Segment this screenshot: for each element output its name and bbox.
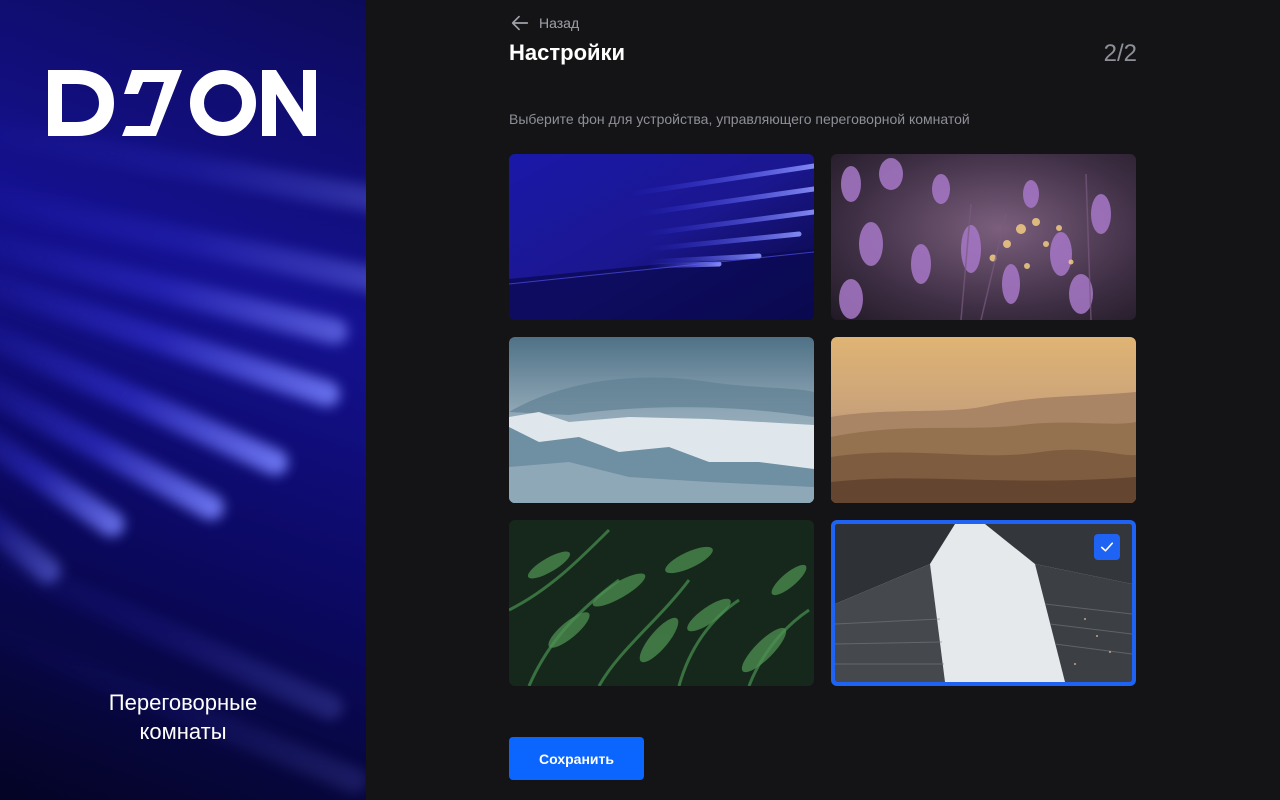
page-title: Настройки [509,40,626,65]
blue-abstract-thumbnail [509,154,814,320]
background-option-desert-dunes[interactable] [831,337,1136,503]
dion-logo [48,70,316,136]
back-label: Назад [539,15,580,31]
background-option-green-foliage[interactable] [509,520,814,686]
green-foliage-thumbnail [509,520,814,686]
misty-mountains-thumbnail [509,337,814,503]
checkmark-icon [1100,542,1114,552]
back-link[interactable]: Назад [509,12,579,34]
background-option-lavender[interactable] [831,154,1136,320]
save-button[interactable]: Сохранить [509,737,644,780]
brand-panel: Переговорные комнаты [0,0,366,800]
lavender-thumbnail [831,154,1136,320]
background-option-misty-mountains[interactable] [509,337,814,503]
arrow-left-icon [511,15,529,31]
subtitle: Выберите фон для устройства, управляющег… [509,111,970,127]
skyscrapers-thumbnail [835,524,1132,682]
brand-caption: Переговорные комнаты [108,690,258,744]
background-option-blue-abstract[interactable] [509,154,814,320]
desert-dunes-thumbnail [831,337,1136,503]
background-option-skyscrapers[interactable] [831,520,1136,686]
selected-check-badge [1094,534,1120,560]
settings-main: Назад Настройки 2/2 Выберите фон для уст… [366,0,1280,800]
background-grid [509,154,1136,686]
step-counter: 2/2 [1103,40,1137,67]
